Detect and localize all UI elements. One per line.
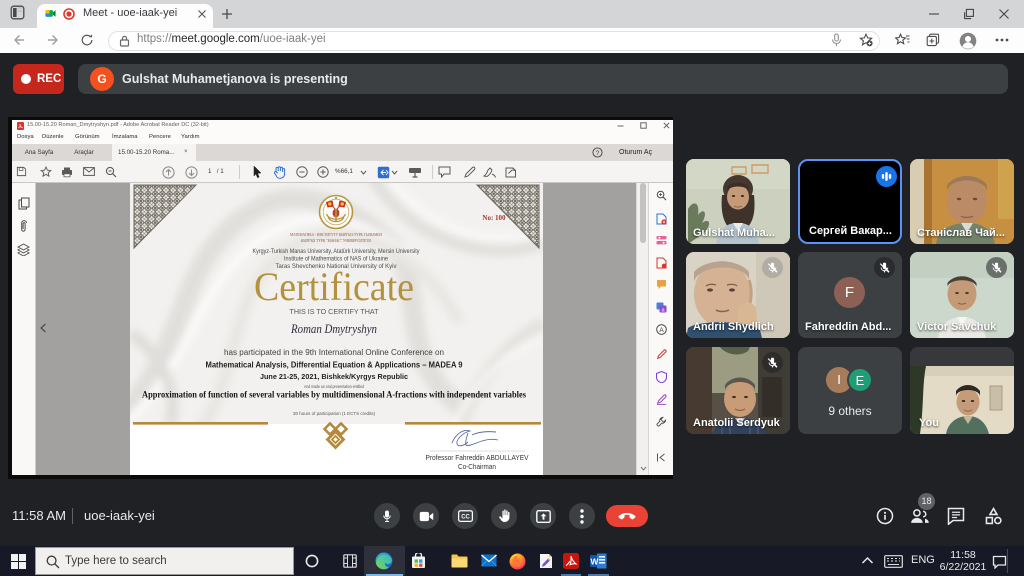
- svg-text:THIS IS TO CERTIFY THAT: THIS IS TO CERTIFY THAT: [290, 307, 380, 316]
- svg-text:?: ?: [596, 150, 600, 157]
- svg-text:Professor Fahreddin ABDULLAYEV: Professor Fahreddin ABDULLAYEV: [426, 453, 529, 462]
- svg-text:A: A: [659, 327, 664, 334]
- svg-text:30 hours of participation (1 E: 30 hours of participation (1 ECTS credit…: [293, 411, 376, 416]
- svg-text:Mathematical Analysis, Differe: Mathematical Analysis, Differential Equa…: [206, 360, 463, 370]
- svg-text:Certificate: Certificate: [254, 264, 414, 309]
- svg-text:Institute of Mathematics of NA: Institute of Mathematics of NAS of Ukrai…: [284, 256, 388, 263]
- svg-text:And made an oral presentation: And made an oral presentation entitled: [304, 384, 364, 389]
- svg-text:No: 100: No: 100: [482, 214, 506, 222]
- svg-text:МАТЕМАТИКА - ИНСТИТУТУ КЫРГЫЗ-: МАТЕМАТИКА - ИНСТИТУТУ КЫРГЫЗ-ТҮРК ГЫЛЫМ…: [290, 233, 382, 237]
- svg-text:Co-Chairman: Co-Chairman: [458, 462, 496, 471]
- svg-text:June 21-25, 2021, Bishkek/Kyrg: June 21-25, 2021, Bishkek/Kyrgys Republi…: [260, 372, 408, 381]
- svg-text:Approximation of function of s: Approximation of function of several var…: [142, 390, 526, 401]
- svg-text:КЫРГЫЗ ТҮРК "МАНАС" УНИВЕРСИТЕ: КЫРГЫЗ ТҮРК "МАНАС" УНИВЕРСИТЕТИ: [301, 239, 371, 243]
- svg-text:Roman Dmytryshyn: Roman Dmytryshyn: [290, 322, 377, 336]
- svg-text:has participated in the 9th In: has participated in the 9th Internationa…: [224, 347, 444, 357]
- svg-text:CC: CC: [461, 515, 470, 521]
- svg-text:W: W: [590, 557, 599, 567]
- svg-text:Kyrgyz-Turkish Manas Universit: Kyrgyz-Turkish Manas University, Atatürk…: [253, 248, 421, 255]
